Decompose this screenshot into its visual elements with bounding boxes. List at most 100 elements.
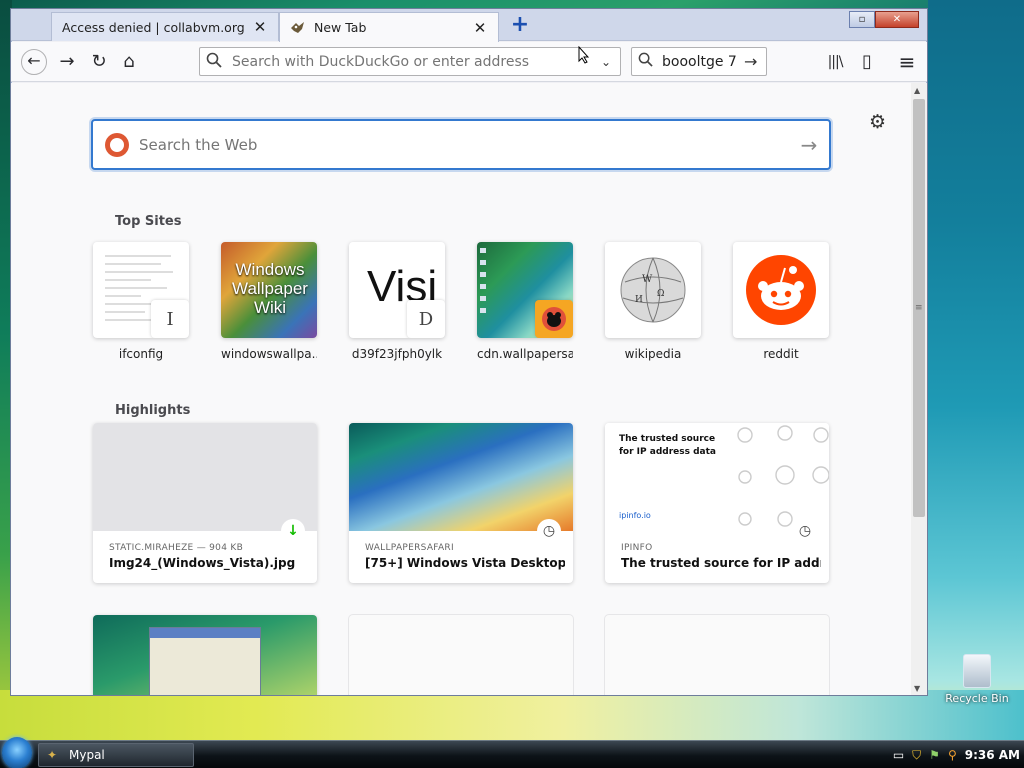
highlight-thumbnail	[349, 423, 573, 531]
web-search-box[interactable]: →	[91, 119, 831, 170]
highlight-title: Img24_(Windows_Vista).jpg	[109, 556, 296, 570]
clock[interactable]: 9:36 AM	[965, 748, 1020, 762]
system-tray: ▭ ⛉ ⚑ ⚲ 9:36 AM	[889, 741, 1024, 768]
search-bar[interactable]: →	[631, 47, 767, 76]
desktop-icons-thumb	[479, 246, 489, 336]
highlight-card[interactable]: The trusted source for IP address data i…	[605, 423, 829, 583]
monkey-icon	[535, 300, 573, 338]
thumb-headline: The trusted source for IP address data	[619, 434, 716, 457]
dialog-thumbnail	[149, 627, 261, 695]
svg-text:Ω: Ω	[657, 289, 664, 299]
web-search-input[interactable]	[139, 135, 789, 154]
site-thumb-text: Windows Wallpaper Wiki	[232, 260, 308, 317]
scroll-up-arrow-icon[interactable]: ▲	[914, 86, 920, 95]
browser-window: Access denied | collabvm.org used ✕ New …	[10, 8, 928, 696]
dialog-titlebar	[150, 628, 260, 638]
site-badge: I	[151, 300, 189, 338]
library-icon[interactable]: |||\	[823, 50, 847, 74]
forward-button[interactable]: →	[55, 50, 79, 74]
arrow-right-icon[interactable]: →	[789, 133, 829, 157]
highlight-card[interactable]: ↓ STATIC.MIRAHEZE — 904 KB Img24_(Window…	[93, 423, 317, 583]
tab-close-icon[interactable]: ✕	[252, 18, 268, 36]
home-button[interactable]: ⌂	[117, 50, 141, 74]
start-button[interactable]	[2, 737, 32, 768]
desktop-wallpaper-bottom	[0, 690, 1024, 740]
top-site-d39f23[interactable]: Visi D	[349, 242, 445, 338]
clock-icon: ◷	[537, 519, 561, 543]
top-site-ifconfig[interactable]: I	[93, 242, 189, 338]
highlights-title: Highlights	[115, 403, 191, 418]
taskbar-item-mypal[interactable]: ✦ Mypal	[38, 743, 194, 767]
address-input[interactable]	[226, 53, 592, 70]
download-icon: ↓	[281, 519, 305, 543]
tab-new-tab[interactable]: New Tab ✕	[279, 12, 499, 42]
top-site-windowswallpaper[interactable]: Windows Wallpaper Wiki	[221, 242, 317, 338]
recycle-bin-icon	[963, 654, 991, 688]
duckduckgo-icon	[105, 132, 129, 157]
scroll-down-arrow-icon[interactable]: ▼	[914, 684, 920, 693]
search-go-button[interactable]: →	[744, 52, 766, 71]
back-button[interactable]: ←	[21, 49, 47, 75]
top-site-reddit[interactable]	[733, 242, 829, 338]
page-scrollbar[interactable]: ▲ ≡ ▼	[911, 83, 927, 695]
top-site-label[interactable]: d39f23jfph0ylk	[349, 347, 445, 361]
top-site-wikipedia[interactable]: W Ω И	[605, 242, 701, 338]
highlight-card[interactable]	[93, 615, 317, 695]
ipinfo-logo: ipinfo.io	[619, 511, 651, 520]
new-tab-page: ⚙ → Top Sites I ifconfig Windows Wallpap…	[11, 83, 911, 695]
highlight-title: The trusted source for IP addres...	[621, 556, 821, 570]
taskbar: ✦ Mypal ▭ ⛉ ⚑ ⚲ 9:36 AM	[0, 737, 1024, 768]
highlight-thumbnail	[93, 423, 317, 531]
top-site-label[interactable]: reddit	[733, 347, 829, 361]
mypal-icon: ✦	[47, 748, 58, 762]
tab-access-denied[interactable]: Access denied | collabvm.org used ✕	[51, 12, 279, 41]
clock-icon: ◷	[793, 519, 817, 543]
tab-title: New Tab	[314, 20, 367, 35]
close-window-button[interactable]: ✕	[875, 11, 919, 28]
taskbar-item-label: Mypal	[69, 748, 105, 762]
recycle-bin-desktop-icon[interactable]: Recycle Bin	[942, 654, 1012, 705]
top-site-label[interactable]: windowswallpa...	[221, 347, 317, 361]
search-icon	[206, 52, 226, 72]
keyboard-icon[interactable]: ▭	[893, 748, 904, 762]
search-input[interactable]	[658, 53, 744, 70]
restore-button[interactable]: ▫	[849, 11, 875, 28]
new-tab-button[interactable]: +	[507, 14, 533, 38]
menu-icon[interactable]: ≡	[895, 50, 919, 74]
window-controls: ▫ ✕	[849, 11, 919, 28]
search-icon[interactable]: ⚲	[948, 748, 957, 762]
tab-bar: Access denied | collabvm.org used ✕ New …	[11, 9, 927, 42]
highlight-meta: WALLPAPERSAFARI	[365, 543, 454, 553]
site-badge: D	[407, 300, 445, 338]
mypal-icon	[290, 21, 306, 35]
network-icon[interactable]: ⚑	[929, 748, 940, 762]
sidebar-icon[interactable]: ▯	[855, 50, 879, 74]
desktop-wallpaper-right	[928, 0, 1024, 740]
highlight-thumbnail: The trusted source for IP address data i…	[605, 423, 829, 531]
recycle-bin-label: Recycle Bin	[945, 692, 1009, 705]
top-site-cdn-wallpapersafari[interactable]	[477, 242, 573, 338]
wikipedia-globe-icon: W Ω И	[617, 252, 689, 332]
search-icon	[638, 52, 658, 71]
top-site-label[interactable]: wikipedia	[605, 347, 701, 361]
mouse-cursor-icon	[578, 45, 590, 68]
chevron-down-icon[interactable]: ⌄	[592, 55, 620, 69]
highlight-thumbnail	[93, 615, 317, 695]
reddit-icon	[745, 254, 817, 330]
scroll-grip-icon: ≡	[915, 303, 923, 313]
highlight-meta: IPINFO	[621, 543, 653, 553]
svg-text:И: И	[635, 295, 643, 305]
highlight-card[interactable]: ◷ WALLPAPERSAFARI [75+] Windows Vista De…	[349, 423, 573, 583]
network-pattern-icon	[737, 425, 829, 527]
highlight-placeholder	[605, 615, 829, 695]
tab-title: Access denied | collabvm.org used	[62, 19, 246, 35]
gear-icon[interactable]: ⚙	[869, 111, 886, 133]
top-sites-title: Top Sites	[115, 214, 182, 229]
top-site-label[interactable]: ifconfig	[93, 347, 189, 361]
highlight-meta: STATIC.MIRAHEZE — 904 KB	[109, 543, 244, 553]
address-bar[interactable]: ⌄	[199, 47, 621, 76]
shield-icon[interactable]: ⛉	[912, 748, 921, 763]
top-site-label[interactable]: cdn.wallpapersa...	[477, 347, 573, 361]
tab-close-icon[interactable]: ✕	[472, 19, 488, 37]
reload-button[interactable]: ↻	[87, 50, 111, 74]
